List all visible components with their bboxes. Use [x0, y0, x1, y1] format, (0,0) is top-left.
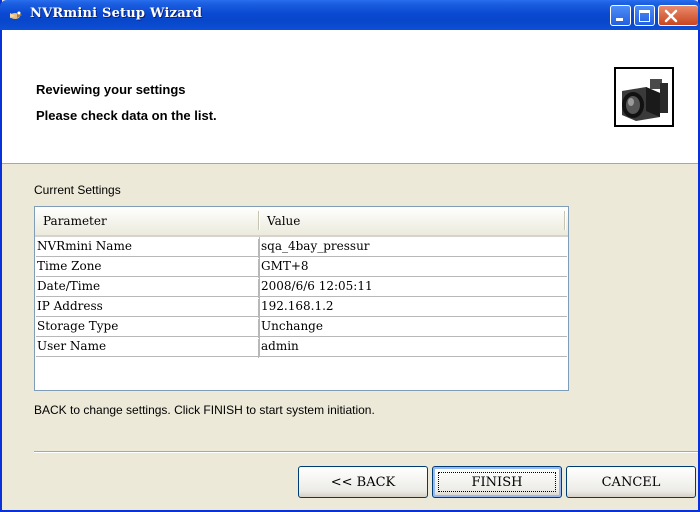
column-header-value[interactable]: Value — [267, 214, 300, 228]
value-cell: Unchange — [261, 319, 323, 333]
close-button[interactable] — [658, 5, 698, 26]
back-button[interactable]: << BACK — [298, 466, 428, 498]
focus-rectangle — [438, 472, 556, 492]
column-header-parameter[interactable]: Parameter — [43, 214, 107, 228]
window-title: NVRmini Setup Wizard — [30, 6, 203, 21]
minimize-button[interactable] — [610, 5, 631, 26]
finish-button[interactable]: FINISH — [432, 466, 562, 498]
wizard-header: Reviewing your settings Please check dat… — [2, 30, 698, 164]
value-cell: sqa_4bay_pressur — [261, 239, 370, 253]
table-row[interactable]: IP Address 192.168.1.2 — [36, 297, 567, 318]
parameter-cell: User Name — [37, 339, 259, 358]
table-row[interactable]: Storage Type Unchange — [36, 317, 567, 338]
instructions-text: BACK to change settings. Click FINISH to… — [34, 403, 375, 417]
value-cell: admin — [261, 339, 299, 353]
header-title: Reviewing your settings — [36, 82, 186, 97]
parameter-cell: Storage Type — [37, 319, 259, 338]
maximize-button[interactable] — [634, 5, 655, 26]
wizard-app-icon — [10, 11, 22, 19]
header-subtitle: Please check data on the list. — [36, 108, 217, 123]
column-divider[interactable] — [564, 211, 565, 230]
title-bar[interactable]: NVRmini Setup Wizard — [0, 0, 700, 30]
table-row[interactable]: Date/Time 2008/6/6 12:05:11 — [36, 277, 567, 298]
current-settings-label: Current Settings — [34, 183, 121, 197]
parameter-cell: IP Address — [37, 299, 259, 318]
settings-list[interactable]: Parameter Value NVRmini Name sqa_4bay_pr… — [34, 206, 569, 391]
value-cell: 192.168.1.2 — [261, 299, 334, 313]
close-icon — [664, 9, 678, 23]
parameter-cell: Time Zone — [37, 259, 259, 278]
divider — [34, 451, 698, 453]
table-row[interactable]: User Name admin — [36, 337, 567, 358]
parameter-cell: NVRmini Name — [37, 239, 259, 258]
column-divider[interactable] — [258, 211, 259, 230]
setup-wizard-window: NVRmini Setup Wizard Reviewing your sett… — [0, 0, 700, 512]
value-cell: 2008/6/6 12:05:11 — [261, 279, 373, 293]
list-header: Parameter Value — [35, 207, 568, 237]
value-cell: GMT+8 — [261, 259, 309, 273]
table-row[interactable]: NVRmini Name sqa_4bay_pressur — [36, 237, 567, 258]
cancel-button[interactable]: CANCEL — [566, 466, 696, 498]
camera-icon — [614, 67, 674, 127]
parameter-cell: Date/Time — [37, 279, 259, 298]
table-row[interactable]: Time Zone GMT+8 — [36, 257, 567, 278]
